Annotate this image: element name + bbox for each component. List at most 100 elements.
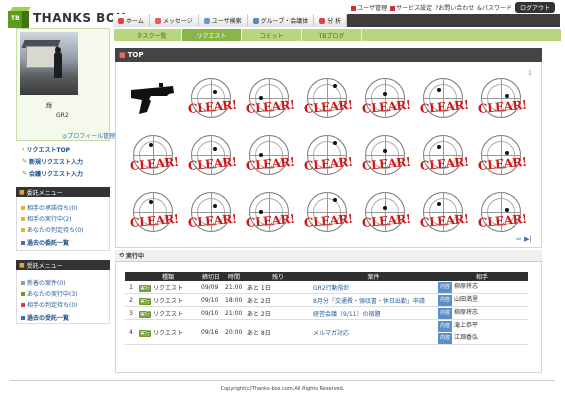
col-remaining: 残り — [245, 272, 311, 281]
row-number: 1 — [125, 281, 137, 294]
sub-nav: タスク一覧 リクエスト コミット TBブログ — [114, 29, 561, 41]
running-icon: ⟲ — [119, 252, 125, 259]
order-menu-item-running[interactable]: 相手の実行中(2) — [21, 214, 72, 223]
clear-text: CLEAR! — [419, 211, 470, 230]
page-next-arrows[interactable]: ⇨ ▶| — [516, 235, 532, 243]
clear-stamp: CLEAR! — [361, 78, 411, 124]
search-icon — [203, 17, 210, 24]
col-deadline: 締切日 — [199, 272, 223, 281]
top-links: ユーザ管理 サービス設定 ?お問い合わせ &パスワード ログアウト — [351, 2, 555, 13]
table-row[interactable]: 3 実行 リクエスト 09/10 21:00 あと 2日 経営会議（9/11）の宿題 内容 柳原… — [125, 306, 528, 320]
row-date: 09/09 — [199, 281, 223, 294]
clear-stamp: CLEAR! — [477, 78, 527, 124]
content-button[interactable]: 内容 — [438, 295, 453, 306]
case-link[interactable]: 経営会議（9/11）の宿題 — [313, 311, 380, 318]
service-settings-link[interactable]: サービス設定 — [390, 3, 432, 12]
group-icon — [252, 17, 259, 24]
message-icon — [154, 17, 161, 24]
case-link[interactable]: GR2行動指針 — [313, 285, 350, 292]
row-type: リクエスト — [153, 310, 184, 318]
recv-menu-item-history[interactable]: 過去の受託一覧 — [21, 313, 69, 322]
row-number: 3 — [125, 306, 137, 320]
table-row[interactable]: 1 実行 リクエスト 09/09 21:00 あと 1日 GR2行動指針 内容 柳原将志 — [125, 281, 528, 294]
clear-text: CLEAR! — [187, 154, 238, 173]
clear-stamp: CLEAR! — [187, 78, 237, 124]
status-badge: 実行 — [139, 284, 152, 292]
clear-text: CLEAR! — [419, 97, 470, 116]
row-time: 21:00 — [223, 306, 245, 320]
row-time: 21:00 — [223, 281, 245, 294]
status-badge: 実行 — [139, 310, 152, 318]
row-type: リクエスト — [153, 284, 184, 292]
recv-menu-item-new[interactable]: 新着の案件(0) — [21, 278, 66, 287]
recv-menu-item-judge[interactable]: 相手の判定待ち(0) — [21, 300, 78, 309]
content-button[interactable]: 内容 — [438, 321, 453, 332]
order-menu-item-pending[interactable]: 相手の承諾待ち(0) — [21, 203, 78, 212]
password-link[interactable]: &パスワード — [477, 3, 512, 12]
menu-icon: ■ — [19, 261, 25, 269]
order-menu-header: ■ 委託メニュー — [16, 187, 110, 197]
nav-home[interactable]: ホーム — [113, 14, 150, 27]
contact-link[interactable]: ?お問い合わせ — [435, 3, 474, 12]
profile-manage-link[interactable]: ◎プロフィール管理 — [62, 131, 115, 140]
order-menu-item-history[interactable]: 過去の委託一覧 — [21, 238, 69, 247]
case-link[interactable]: 8月分「交通費・領収書・休日出勤」申請 — [313, 298, 425, 305]
table-row[interactable]: 4 実行 リクエスト 09/16 20:00 あと 8日 メルマガ対応 内容 滝上恭平 内容 江畑香… — [125, 319, 528, 345]
home-icon: ■ — [119, 51, 126, 59]
tab-tb-blog[interactable]: TBブログ — [302, 29, 362, 41]
row-type: リクエスト — [153, 329, 184, 337]
clear-stamp: CLEAR! — [303, 192, 354, 238]
nav-user-search[interactable]: ユーザ検索 — [198, 14, 248, 27]
profile-photo[interactable] — [20, 32, 78, 95]
row-time: 18:00 — [223, 293, 245, 307]
col-case: 案件 — [311, 272, 436, 281]
row-remaining: あと 8日 — [245, 319, 311, 345]
tab-task-list[interactable]: タスク一覧 — [122, 29, 182, 41]
status-icon — [21, 291, 25, 296]
footer-copyright: Copyright(c)Thanks-box.com,All Rights Re… — [220, 386, 345, 392]
meeting-request-link[interactable]: ✎ 会議リクエスト入力 — [22, 169, 83, 178]
clear-text: CLEAR! — [477, 154, 528, 173]
profile-name: 輝 — [46, 103, 53, 110]
cube-logo-icon: TB — [8, 7, 31, 29]
menu-icon: ■ — [19, 188, 25, 196]
nav-message[interactable]: メッセージ — [149, 14, 199, 27]
partner-cell: 内容 柳原将志 — [436, 306, 528, 320]
order-menu-item-judge[interactable]: あなたの判定待ち(0) — [21, 225, 84, 234]
user-manage-link[interactable]: ユーザ管理 — [351, 3, 387, 12]
partner-name: 江畑香弘 — [454, 334, 479, 341]
case-link[interactable]: メルマガ対応 — [313, 330, 349, 337]
analysis-icon — [319, 17, 326, 24]
recv-menu-header: ■ 受託メニュー — [16, 260, 110, 270]
profile-id: GR2 — [56, 112, 69, 119]
new-request-link[interactable]: ✎ 新規リクエスト入力 — [22, 157, 83, 166]
content-button[interactable]: 内容 — [438, 333, 453, 344]
clear-stamp: CLEAR! — [419, 192, 470, 238]
footer-divider — [10, 380, 555, 381]
clear-text: CLEAR! — [245, 97, 296, 116]
status-badge: 実行 — [139, 329, 152, 337]
row-remaining: あと 2日 — [245, 306, 311, 320]
content-button[interactable]: 内容 — [438, 282, 453, 293]
nav-analysis[interactable]: 分 析 — [314, 14, 348, 27]
logout-button[interactable]: ログアウト — [514, 2, 555, 13]
row-number: 4 — [125, 319, 137, 345]
status-icon — [21, 216, 25, 221]
clear-text: CLEAR! — [129, 154, 180, 173]
arrow-icon: › — [22, 146, 25, 153]
clear-stamp: CLEAR! — [129, 192, 180, 238]
tab-request[interactable]: リクエスト — [182, 29, 242, 41]
content-button[interactable]: 内容 — [438, 308, 453, 319]
table-row[interactable]: 2 実行 リクエスト 09/10 18:00 あと 2日 8月分「交通費・領収書・休日出勤」… — [125, 293, 528, 307]
clear-stamp: CLEAR! — [477, 135, 528, 181]
clear-text: CLEAR! — [303, 211, 354, 230]
recv-menu-item-running[interactable]: あなたの実行中(3) — [21, 289, 78, 298]
nav-group[interactable]: グループ・会議体 — [247, 14, 315, 27]
clear-stamp: CLEAR! — [419, 78, 470, 124]
clear-text: CLEAR! — [361, 211, 412, 230]
clear-text: CLEAR! — [129, 211, 180, 230]
tab-commit[interactable]: コミット — [242, 29, 302, 41]
clear-stamp: CLEAR! — [245, 192, 295, 238]
request-top-link[interactable]: › リクエストTOP — [22, 145, 70, 154]
main-nav: ホーム メッセージ ユーザ検索 グループ・会議体 分 析 — [113, 14, 560, 27]
